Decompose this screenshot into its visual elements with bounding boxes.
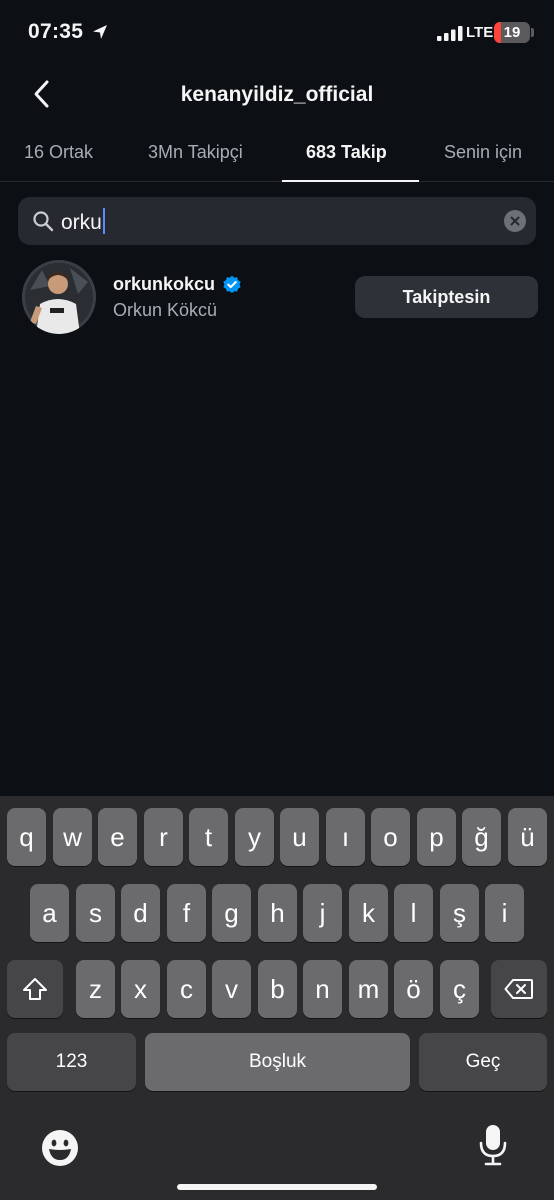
status-bar: 07:35 LTE 19 xyxy=(0,0,554,66)
key-t[interactable]: t xyxy=(189,808,228,866)
return-key[interactable]: Geç xyxy=(419,1033,547,1091)
emoji-icon[interactable] xyxy=(40,1128,80,1168)
microphone-icon[interactable] xyxy=(478,1124,508,1166)
list-item[interactable]: orkunkokcu Orkun Kökcü Takiptesin xyxy=(0,258,554,338)
shift-key[interactable] xyxy=(7,960,63,1018)
location-arrow-icon xyxy=(93,25,107,39)
key-r[interactable]: r xyxy=(144,808,183,866)
x-mark-icon xyxy=(510,216,520,226)
key-c[interactable]: c xyxy=(167,960,206,1018)
key-n[interactable]: n xyxy=(303,960,342,1018)
shift-icon xyxy=(23,978,47,1000)
key-o-umlaut[interactable]: ö xyxy=(394,960,433,1018)
search-bar[interactable]: orku xyxy=(18,197,536,245)
key-i[interactable]: i xyxy=(485,884,524,942)
page-title: kenanyildiz_official xyxy=(180,83,374,106)
avatar[interactable] xyxy=(22,260,96,334)
battery-icon: 19 xyxy=(494,22,530,43)
search-input-value: orku xyxy=(61,211,102,234)
cellular-signal-icon xyxy=(437,26,463,41)
tab-followers[interactable]: 3Mn Takipçi xyxy=(148,142,243,163)
search-icon xyxy=(33,211,54,232)
key-s-cedilla[interactable]: ş xyxy=(440,884,479,942)
key-h[interactable]: h xyxy=(258,884,297,942)
key-w[interactable]: w xyxy=(53,808,92,866)
status-time: 07:35 xyxy=(28,20,84,43)
key-b[interactable]: b xyxy=(258,960,297,1018)
key-u[interactable]: u xyxy=(280,808,319,866)
key-d[interactable]: d xyxy=(121,884,160,942)
key-q[interactable]: q xyxy=(7,808,46,866)
tab-for-you[interactable]: Senin için xyxy=(444,142,522,163)
key-e[interactable]: e xyxy=(98,808,137,866)
tab-active-indicator xyxy=(282,180,419,182)
clear-icon[interactable] xyxy=(504,210,526,232)
verified-badge-icon xyxy=(223,275,241,293)
key-u-umlaut[interactable]: ü xyxy=(508,808,547,866)
key-p[interactable]: p xyxy=(417,808,456,866)
key-k[interactable]: k xyxy=(349,884,388,942)
key-o[interactable]: o xyxy=(371,808,410,866)
numbers-key[interactable]: 123 xyxy=(7,1033,136,1091)
key-dotless-i[interactable]: ı xyxy=(326,808,365,866)
key-l[interactable]: l xyxy=(394,884,433,942)
network-type: LTE xyxy=(466,24,494,41)
key-g-breve[interactable]: ğ xyxy=(462,808,501,866)
key-m[interactable]: m xyxy=(349,960,388,1018)
text-caret xyxy=(102,208,105,234)
tab-mutual[interactable]: 16 Ortak xyxy=(24,142,93,163)
key-f[interactable]: f xyxy=(167,884,206,942)
tab-following[interactable]: 683 Takip xyxy=(306,142,387,163)
battery-cap xyxy=(531,28,534,37)
key-g[interactable]: g xyxy=(212,884,251,942)
key-a[interactable]: a xyxy=(30,884,69,942)
tab-bar: 16 Ortak 3Mn Takipçi 683 Takip Senin içi… xyxy=(0,130,554,182)
following-button[interactable]: Takiptesin xyxy=(355,276,538,318)
result-username[interactable]: orkunkokcu xyxy=(113,274,215,295)
home-indicator[interactable] xyxy=(177,1184,377,1190)
search-input[interactable]: orku xyxy=(61,208,105,235)
space-key[interactable]: Boşluk xyxy=(145,1033,410,1091)
key-c-cedilla[interactable]: ç xyxy=(440,960,479,1018)
battery-level: 19 xyxy=(503,24,521,41)
result-full-name: Orkun Kökcü xyxy=(113,300,218,320)
key-j[interactable]: j xyxy=(303,884,342,942)
key-y[interactable]: y xyxy=(235,808,274,866)
key-v[interactable]: v xyxy=(212,960,251,1018)
key-z[interactable]: z xyxy=(76,960,115,1018)
avatar-photo xyxy=(22,260,96,334)
key-x[interactable]: x xyxy=(121,960,160,1018)
backspace-icon xyxy=(504,979,533,999)
key-s[interactable]: s xyxy=(76,884,115,942)
delete-key[interactable] xyxy=(491,960,547,1018)
